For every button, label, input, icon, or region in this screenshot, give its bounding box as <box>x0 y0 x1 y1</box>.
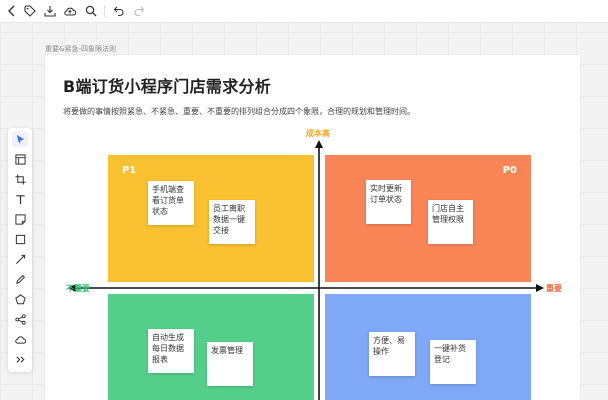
upload-icon[interactable] <box>12 331 28 347</box>
axis-label-right: 重要 <box>546 284 562 293</box>
tag-icon[interactable] <box>22 3 38 19</box>
cloud-icon[interactable] <box>62 3 78 19</box>
sticky-note[interactable]: 实时更新 订单状态 <box>366 180 411 224</box>
sticky-note[interactable]: 员工离职 数据一键 交接 <box>209 200 255 244</box>
text-icon[interactable] <box>12 191 28 207</box>
axis-label-top: 成本高 <box>306 129 330 138</box>
polygon-icon[interactable] <box>12 291 28 307</box>
page-title: B端订货小程序门店需求分析 <box>63 77 272 96</box>
quadrant-label-p0: P0 <box>502 165 517 176</box>
undo-icon[interactable] <box>111 3 127 19</box>
sticky-note[interactable]: 发票管理 <box>207 342 253 386</box>
top-toolbar <box>0 0 608 23</box>
quadrant-label-p1: P1 <box>122 165 137 176</box>
quadrant-bottom-right[interactable] <box>325 294 531 400</box>
more-icon[interactable] <box>12 351 28 367</box>
download-icon[interactable] <box>42 3 58 19</box>
sticky-note[interactable]: 门店自主 管理权限 <box>428 200 473 244</box>
breadcrumb: 重要&紧急-四象限法则 <box>45 45 116 53</box>
sticky-note[interactable]: 一键补货 登记 <box>430 340 476 384</box>
sticky-note-icon[interactable] <box>12 211 28 227</box>
line-icon[interactable] <box>12 251 28 267</box>
connector-icon[interactable] <box>12 311 28 327</box>
tool-palette <box>8 128 32 372</box>
sticky-note[interactable]: 手机端查 看订货单 状态 <box>148 181 194 225</box>
search-icon[interactable] <box>83 3 99 19</box>
redo-icon[interactable] <box>131 3 147 19</box>
axis-label-left: 不重要 <box>66 284 90 293</box>
back-icon[interactable] <box>4 3 20 19</box>
toolbar-divider <box>104 5 105 17</box>
pen-icon[interactable] <box>12 271 28 287</box>
sticky-note[interactable]: 自动生成 每日数据 报表 <box>148 329 194 373</box>
sticky-note[interactable]: 方便、易 操作 <box>369 332 415 376</box>
crop-icon[interactable] <box>12 171 28 187</box>
page-description: 将要做的事情按照紧急、不紧急、重要、不重要的排列组合分成四个象限，合理的规划和管… <box>63 107 415 116</box>
rectangle-icon[interactable] <box>12 231 28 247</box>
select-icon[interactable] <box>12 131 28 147</box>
frame-icon[interactable] <box>12 151 28 167</box>
